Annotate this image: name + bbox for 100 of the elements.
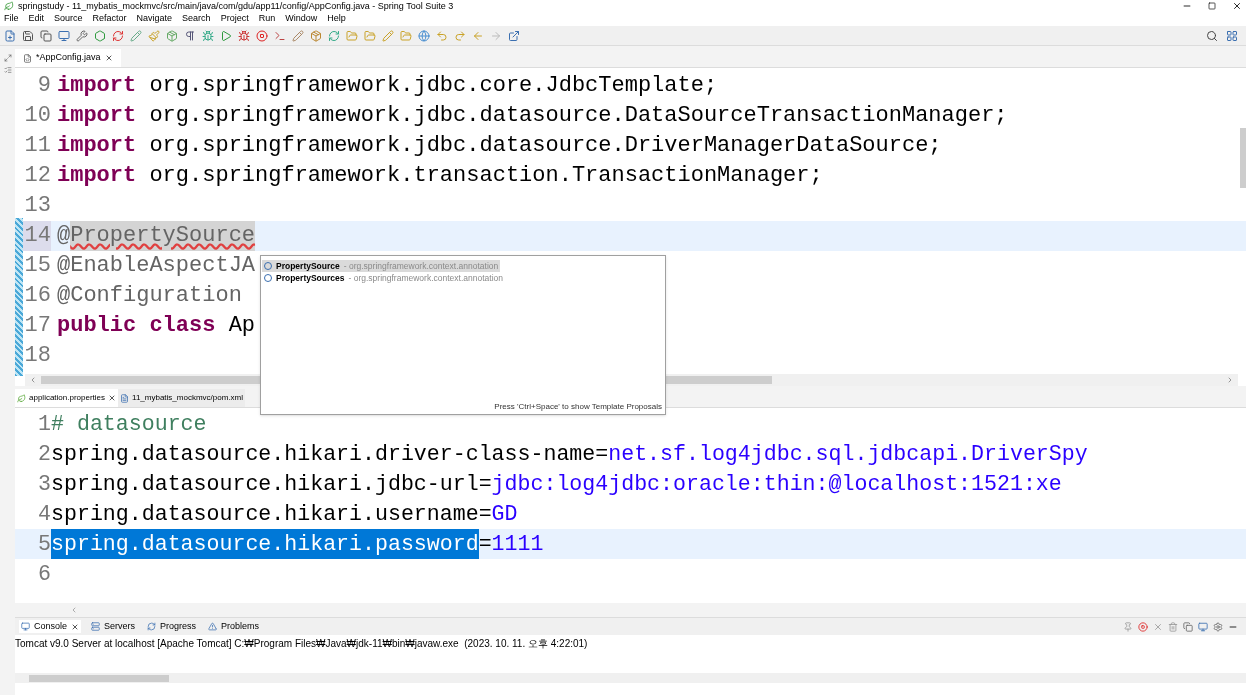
- monitor-icon[interactable]: [1198, 621, 1208, 632]
- redo-icon[interactable]: [454, 29, 466, 42]
- line-number: 10: [23, 102, 51, 130]
- code-token: Ap: [227, 312, 256, 340]
- line-number: 15: [23, 252, 51, 280]
- trash-icon[interactable]: [1168, 621, 1178, 632]
- line-number: 18: [23, 342, 51, 370]
- code-token: @EnableAspectJA: [57, 252, 256, 280]
- window-title: springstudy - 11_mybatis_mockmvc/src/main/java/com/gdu/app11/config/AppConfig.java - Spring Tool Suite 3: [18, 1, 454, 11]
- new-file-icon[interactable]: [4, 29, 16, 42]
- close-icon[interactable]: [108, 394, 117, 402]
- view-tab[interactable]: Servers: [89, 619, 138, 634]
- code-token: GD: [491, 501, 518, 528]
- refresh-icon[interactable]: [328, 29, 340, 42]
- line-number: 4: [37, 501, 51, 528]
- scrollbar-thumb[interactable]: [29, 674, 169, 682]
- scroll-left-icon[interactable]: [29, 376, 37, 384]
- external-link-icon[interactable]: [508, 29, 520, 42]
- perspective-icon[interactable]: [1226, 29, 1238, 42]
- monitor-icon[interactable]: [58, 29, 70, 42]
- maximize-icon[interactable]: [1208, 2, 1216, 10]
- editor-tab[interactable]: 11_mybatis_mockmvc/pom.xml: [118, 389, 246, 407]
- line-number: 13: [23, 192, 51, 220]
- run-icon[interactable]: [220, 29, 232, 42]
- editor-tab[interactable]: *AppConfig.java: [15, 49, 121, 67]
- settings-icon[interactable]: [1213, 621, 1223, 632]
- bug-icon[interactable]: [202, 29, 214, 42]
- scrollbar[interactable]: [15, 603, 1246, 617]
- code-token: =: [478, 531, 492, 558]
- back-icon[interactable]: [472, 29, 484, 42]
- code-token: =: [478, 471, 492, 498]
- stop-icon[interactable]: [256, 29, 268, 42]
- wrench-icon[interactable]: [76, 29, 88, 42]
- code-token: org.springframework.jdbc.core.JdbcTemplate;: [148, 72, 718, 100]
- folder-icon[interactable]: [364, 29, 376, 42]
- close-icon[interactable]: [104, 54, 113, 62]
- line-number: 3: [37, 471, 51, 498]
- scroll-right-icon[interactable]: [1226, 376, 1234, 384]
- menu-item[interactable]: Search: [182, 12, 211, 26]
- copy-icon[interactable]: [1183, 621, 1193, 632]
- code-token: =: [478, 501, 492, 528]
- menu-item[interactable]: Window: [285, 12, 318, 26]
- code-token: org.springframework.transaction.TransactionManager;: [148, 162, 823, 190]
- proposal-item[interactable]: PropertySources - org.springframework.context.annotation: [262, 272, 505, 284]
- view-tab[interactable]: Problems: [206, 619, 262, 634]
- code-token: spring.datasource.hikari.driver-class-name: [51, 441, 596, 468]
- menu-item[interactable]: Source: [54, 12, 83, 26]
- folder-icon[interactable]: [346, 29, 358, 42]
- line-number: 16: [23, 282, 51, 310]
- file-icon: [120, 393, 130, 403]
- save-icon[interactable]: [22, 29, 34, 42]
- package-icon[interactable]: [310, 29, 322, 42]
- brush-icon[interactable]: [148, 29, 160, 42]
- pin-icon[interactable]: [1123, 621, 1133, 632]
- package-icon[interactable]: [166, 29, 178, 42]
- hint-text: Press 'Ctrl+Space' to show Template Proposals: [494, 401, 663, 413]
- code-token: spring.datasource.hikari.username: [51, 501, 479, 528]
- restore-icon[interactable]: [3, 54, 12, 62]
- menu-item[interactable]: Project: [220, 12, 249, 26]
- view-tab[interactable]: Progress: [145, 619, 199, 634]
- globe-icon[interactable]: [418, 29, 430, 42]
- menu-item[interactable]: Help: [327, 12, 346, 26]
- menu-item[interactable]: Edit: [28, 12, 45, 26]
- bug-icon[interactable]: [238, 29, 250, 42]
- terminal-icon[interactable]: [274, 29, 286, 42]
- console-text: Tomcat v9.0 Server at localhost [Apache Tomcat] C:₩Program Files₩Java₩jdk-11₩bin₩javaw.exe (2023. 10. 11. 오후 4:22:01): [15, 638, 588, 649]
- line-number: 9: [36, 72, 51, 100]
- line-number: 2: [37, 441, 51, 468]
- save-all-icon[interactable]: [40, 29, 52, 42]
- menu-item[interactable]: Refactor: [92, 12, 127, 26]
- line-number: 12: [23, 162, 51, 190]
- undo-icon[interactable]: [436, 29, 448, 42]
- close-icon[interactable]: [71, 622, 80, 631]
- warning-icon: [208, 622, 218, 631]
- scroll-left-icon[interactable]: [70, 606, 78, 614]
- view-tab[interactable]: Console: [19, 619, 82, 634]
- code-token: net.sf.log4jdbc.sql.jdbcapi.DriverSpy: [608, 441, 1088, 468]
- menu-item[interactable]: File: [4, 12, 19, 26]
- menu-item[interactable]: Navigate: [136, 12, 173, 26]
- hexagon-icon[interactable]: [94, 29, 106, 42]
- refresh-icon[interactable]: [112, 29, 124, 42]
- editor-tab[interactable]: application.properties: [15, 389, 119, 407]
- search-icon[interactable]: [1206, 29, 1218, 42]
- proposal-item[interactable]: PropertySource - org.springframework.context.annotation: [262, 260, 501, 272]
- close-icon[interactable]: [1232, 1, 1242, 11]
- leaf-icon: [17, 393, 26, 403]
- folder-icon[interactable]: [400, 29, 412, 42]
- pencil-icon[interactable]: [292, 29, 304, 42]
- stop-icon[interactable]: [1138, 621, 1148, 632]
- line-number: 6: [37, 561, 51, 588]
- pencil-icon[interactable]: [382, 29, 394, 42]
- code-token: spring.datasource.hikari.password: [51, 529, 479, 559]
- line-number: 17: [23, 312, 51, 340]
- code-token: jdbc:log4jdbc:oracle:thin:@localhost:1521:xe: [491, 471, 1062, 498]
- remove-icon[interactable]: [1153, 621, 1163, 632]
- scrollbar-thumb[interactable]: [1240, 128, 1246, 188]
- pencil-icon[interactable]: [130, 29, 142, 42]
- menu-item[interactable]: Run: [258, 12, 276, 26]
- outline-icon[interactable]: [3, 66, 12, 74]
- pilcrow-icon[interactable]: [184, 29, 196, 42]
